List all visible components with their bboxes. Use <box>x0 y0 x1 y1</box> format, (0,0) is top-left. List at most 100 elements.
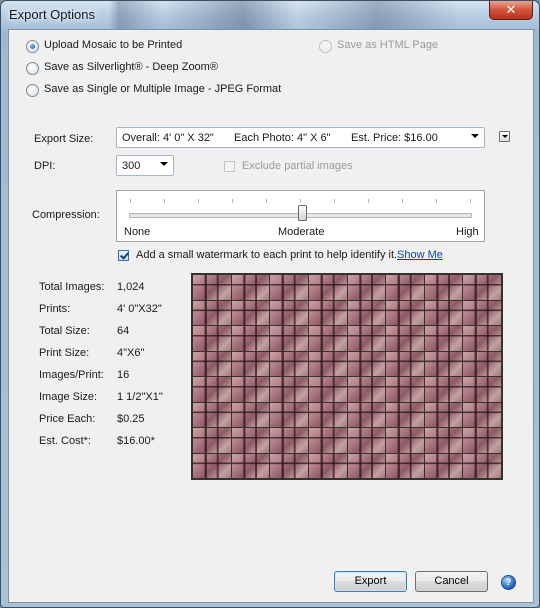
slider-tick <box>402 199 403 203</box>
slider-tick <box>470 199 471 203</box>
watermark-checkbox[interactable] <box>118 250 129 261</box>
mosaic-tile <box>463 428 501 453</box>
mosaic-tile <box>463 453 501 478</box>
show-me-link[interactable]: Show Me <box>397 249 443 261</box>
export-size-each-photo: Each Photo: 4" X 6" <box>234 132 331 144</box>
mosaic-tile <box>231 275 270 300</box>
mosaic-tile <box>308 326 347 351</box>
mosaic-tile <box>231 326 270 351</box>
chevron-down-icon <box>471 134 479 138</box>
exclude-partial-checkbox[interactable] <box>224 161 235 172</box>
mosaic-tile <box>347 351 386 376</box>
stat-value: 4' 0"X32" <box>117 303 162 315</box>
mosaic-tile <box>193 402 231 427</box>
mosaic-tile <box>270 377 308 402</box>
mosaic-tile <box>231 453 270 478</box>
mosaic-tile <box>424 377 463 402</box>
mosaic-tile <box>231 377 270 402</box>
mosaic-tile <box>308 453 347 478</box>
cancel-button[interactable]: Cancel <box>415 571 488 592</box>
compression-slider[interactable]: None Moderate High <box>116 190 485 242</box>
radio-upload-mosaic[interactable] <box>26 40 39 53</box>
mosaic-tile <box>386 428 424 453</box>
mosaic-tile <box>463 377 501 402</box>
chevron-down-icon <box>160 162 168 166</box>
mosaic-tile <box>308 402 347 427</box>
stat-value: 4"X6" <box>117 347 145 359</box>
slider-tick <box>300 199 301 203</box>
mosaic-tile <box>270 402 308 427</box>
mosaic-tile <box>463 351 501 376</box>
mosaic-tile <box>386 402 424 427</box>
export-size-label: Export Size: <box>34 133 94 145</box>
mosaic-tile <box>270 275 308 300</box>
stat-label: Total Size: <box>39 325 90 337</box>
stat-label: Est. Cost*: <box>39 435 91 447</box>
compression-max-label: High <box>456 226 479 238</box>
dpi-dropdown[interactable]: 300 <box>116 155 174 176</box>
help-icon[interactable]: ? <box>501 575 516 590</box>
slider-tick <box>232 199 233 203</box>
close-icon: ✕ <box>505 2 517 17</box>
mosaic-tile <box>193 377 231 402</box>
compression-min-label: None <box>124 226 151 238</box>
compression-label: Compression: <box>32 209 100 221</box>
radio-silverlight-label[interactable]: Save as Silverlight® - Deep Zoom® <box>44 61 218 73</box>
slider-tick <box>198 199 199 203</box>
mosaic-tile <box>386 351 424 376</box>
stat-label: Total Images: <box>39 281 105 293</box>
mosaic-tile <box>308 351 347 376</box>
mosaic-tile <box>347 275 386 300</box>
mosaic-tile <box>424 300 463 325</box>
radio-jpeg[interactable] <box>26 84 39 97</box>
mosaic-tile <box>386 377 424 402</box>
stat-value: 16 <box>117 369 130 381</box>
mosaic-preview <box>191 273 503 480</box>
mosaic-tile <box>231 428 270 453</box>
mosaic-tile <box>193 326 231 351</box>
radio-html-page[interactable] <box>319 40 332 53</box>
mosaic-tile <box>424 326 463 351</box>
stat-label: Image Size: <box>39 391 98 403</box>
mosaic-tile <box>424 402 463 427</box>
radio-upload-mosaic-label[interactable]: Upload Mosaic to be Printed <box>44 39 182 51</box>
mosaic-tile <box>463 326 501 351</box>
mosaic-tile <box>386 453 424 478</box>
mosaic-tile <box>308 377 347 402</box>
export-button[interactable]: Export <box>334 571 407 592</box>
mosaic-tile <box>347 300 386 325</box>
export-size-options-button[interactable] <box>499 131 510 142</box>
export-options-window: Export Options ✕ Upload Mosaic to be Pri… <box>0 0 540 608</box>
stat-value: 64 <box>117 325 130 337</box>
mosaic-tile <box>193 300 231 325</box>
radio-html-page-label[interactable]: Save as HTML Page <box>337 39 438 51</box>
mosaic-tile <box>386 300 424 325</box>
window-title: Export Options <box>9 7 95 22</box>
mosaic-tile <box>424 351 463 376</box>
mosaic-tile <box>193 275 231 300</box>
mosaic-tile <box>193 428 231 453</box>
dialog-body: Upload Mosaic to be Printed Save as Silv… <box>8 29 534 603</box>
mosaic-tile <box>347 402 386 427</box>
title-bar[interactable]: Export Options ✕ <box>1 1 539 29</box>
mosaic-tile <box>347 377 386 402</box>
close-button[interactable]: ✕ <box>489 1 533 20</box>
compression-mid-label: Moderate <box>278 226 325 238</box>
mosaic-tile <box>193 453 231 478</box>
mosaic-tile <box>270 326 308 351</box>
slider-tick <box>130 199 131 203</box>
slider-tick <box>436 199 437 203</box>
mosaic-tile <box>231 402 270 427</box>
mosaic-tile <box>463 300 501 325</box>
export-size-dropdown[interactable]: Overall: 4' 0" X 32" Each Photo: 4" X 6"… <box>116 127 485 148</box>
mosaic-tile <box>386 275 424 300</box>
radio-silverlight[interactable] <box>26 62 39 75</box>
stat-label: Price Each: <box>39 413 96 425</box>
mosaic-tile <box>308 428 347 453</box>
stat-value: 1,024 <box>117 281 145 293</box>
slider-tick <box>164 199 165 203</box>
mosaic-tile <box>424 428 463 453</box>
slider-thumb[interactable] <box>297 205 307 221</box>
stat-value: 1 1/2"X1" <box>117 391 163 403</box>
radio-jpeg-label[interactable]: Save as Single or Multiple Image - JPEG … <box>44 83 281 95</box>
